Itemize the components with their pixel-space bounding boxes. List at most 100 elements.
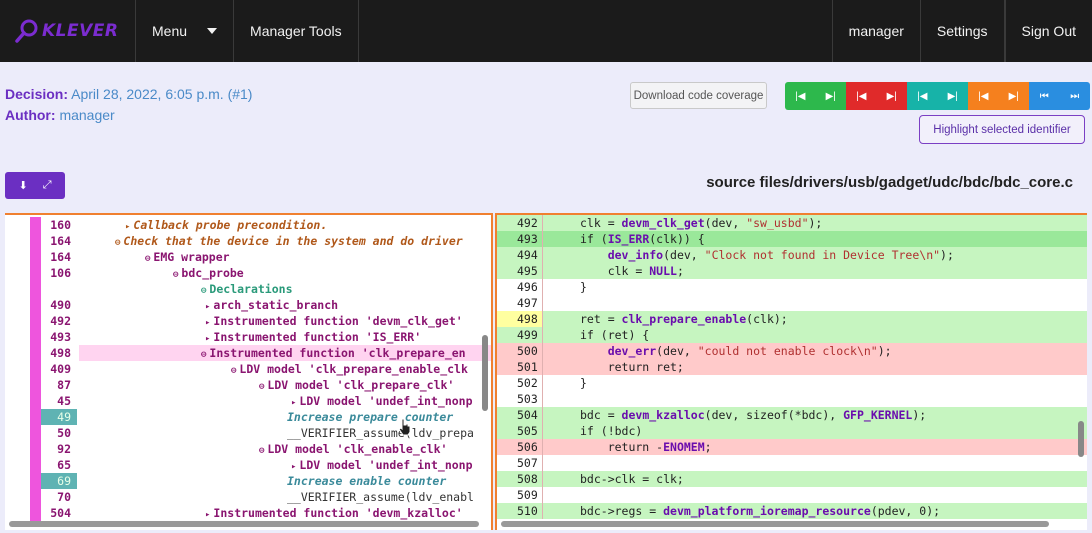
expand-arrow-icon[interactable]: ▸ [205, 510, 210, 520]
trace-text[interactable]: Increase prepare counter [287, 409, 453, 425]
code-text[interactable] [543, 295, 1087, 311]
trace-line-number[interactable]: 164 [41, 249, 77, 265]
trace-row[interactable]: 492 ▸ Instrumented function 'devm_clk_get' [5, 313, 491, 329]
expand-arrow-icon[interactable]: ▸ [291, 462, 296, 472]
trace-line-number[interactable]: 409 [41, 361, 77, 377]
nav-first-3-button[interactable]: |◀ [968, 82, 999, 110]
expand-icon[interactable]: ⤢ [43, 179, 52, 192]
trace-row[interactable]: 49 Increase prepare counter [5, 409, 491, 425]
code-line[interactable]: 496} [497, 279, 1087, 295]
code-line[interactable]: 492 clk = devm_clk_get(dev, "sw_usbd"); [497, 215, 1087, 231]
collapse-eye-icon[interactable]: ⊖ [259, 382, 264, 392]
trace-row[interactable]: 50 __VERIFIER_assume(ldv_prepa [5, 425, 491, 441]
sign-out-link[interactable]: Sign Out [1004, 0, 1092, 62]
code-text[interactable]: return -ENOMEM; [543, 439, 1087, 455]
code-line[interactable]: 510 bdc->regs = devm_platform_ioremap_res… [497, 503, 1087, 519]
collapse-eye-icon[interactable]: ⊖ [201, 350, 206, 360]
collapse-eye-icon[interactable]: ⊖ [145, 254, 150, 264]
trace-line-number[interactable]: 49 [41, 409, 77, 425]
trace-row[interactable]: 160 ▸ Callback probe precondition. [5, 217, 491, 233]
nav-last-0-button[interactable]: ▶| [815, 82, 846, 110]
code-line[interactable]: 502} [497, 375, 1087, 391]
trace-line-number[interactable]: 70 [41, 489, 77, 505]
trace-row[interactable]: 45 ▸ LDV model 'undef_int_nonp [5, 393, 491, 409]
user-link[interactable]: manager [831, 0, 920, 62]
trace-line-number[interactable]: 160 [41, 217, 77, 233]
code-vertical-scrollbar[interactable] [1077, 215, 1085, 520]
trace-line-number[interactable]: 498 [41, 345, 77, 361]
trace-line-number[interactable]: 69 [41, 473, 77, 489]
trace-row[interactable]: 409 ⊖ LDV model 'clk_prepare_enable_clk [5, 361, 491, 377]
collapse-eye-icon[interactable]: ⊖ [231, 366, 236, 376]
code-text[interactable]: if (!bdc) [543, 423, 1087, 439]
code-line[interactable]: 494 dev_info(dev, "Clock not found in De… [497, 247, 1087, 263]
trace-line-number[interactable]: 50 [41, 425, 77, 441]
trace-horizontal-scrollbar[interactable] [5, 520, 491, 528]
trace-line-number[interactable]: 493 [41, 329, 77, 345]
code-text[interactable]: ret = clk_prepare_enable(clk); [543, 311, 1087, 327]
trace-line-number[interactable]: 45 [41, 393, 77, 409]
trace-row[interactable]: 504 ▸ Instrumented function 'devm_kzalloc' [5, 505, 491, 521]
expand-arrow-icon[interactable]: ▸ [205, 302, 210, 312]
trace-row[interactable]: 65 ▸ LDV model 'undef_int_nonp [5, 457, 491, 473]
code-text[interactable]: } [543, 279, 1087, 295]
nav-last-1-button[interactable]: ▶| [876, 82, 907, 110]
trace-line-number[interactable]: 87 [41, 377, 77, 393]
code-text[interactable] [543, 487, 1087, 503]
trace-vertical-scrollbar[interactable] [481, 215, 489, 520]
code-text[interactable]: } [543, 375, 1087, 391]
expand-arrow-icon[interactable]: ▸ [205, 318, 210, 328]
nav-last-2-button[interactable]: ▶| [937, 82, 968, 110]
code-line[interactable]: 499 if (ret) { [497, 327, 1087, 343]
trace-line-number[interactable]: 164 [41, 233, 77, 249]
code-line[interactable]: 505 if (!bdc) [497, 423, 1087, 439]
code-text[interactable]: bdc->clk = clk; [543, 471, 1087, 487]
settings-link[interactable]: Settings [919, 0, 1005, 62]
author-value[interactable]: manager [59, 107, 114, 123]
code-line[interactable]: 501 return ret; [497, 359, 1087, 375]
code-line[interactable]: 509 [497, 487, 1087, 503]
klever-logo[interactable]: KLEVER [0, 0, 136, 62]
nav-last-3-button[interactable]: ▶| [998, 82, 1029, 110]
code-text[interactable] [543, 455, 1087, 471]
expand-arrow-icon[interactable]: ▸ [205, 334, 210, 344]
nav-last-4-button[interactable]: ⏭ [1059, 82, 1090, 110]
code-text[interactable]: bdc = devm_kzalloc(dev, sizeof(*bdc), GF… [543, 407, 1087, 423]
code-text[interactable] [543, 391, 1087, 407]
trace-line-number[interactable]: 92 [41, 441, 77, 457]
trace-row[interactable]: 70 __VERIFIER_assume(ldv_enabl [5, 489, 491, 505]
code-horizontal-scrollbar[interactable] [497, 520, 1087, 528]
decision-value[interactable]: April 28, 2022, 6:05 p.m. (#1) [71, 86, 252, 102]
trace-text[interactable]: __VERIFIER_assume(ldv_enabl [287, 489, 474, 505]
highlight-identifier-button[interactable]: Highlight selected identifier [919, 115, 1085, 144]
code-text[interactable]: if (ret) { [543, 327, 1087, 343]
expand-arrow-icon[interactable]: ▸ [125, 222, 130, 232]
collapse-eye-icon[interactable]: ⊖ [259, 446, 264, 456]
code-text[interactable]: return ret; [543, 359, 1087, 375]
nav-first-1-button[interactable]: |◀ [846, 82, 877, 110]
trace-row[interactable]: 493 ▸ Instrumented function 'IS_ERR' [5, 329, 491, 345]
code-text[interactable]: bdc->regs = devm_platform_ioremap_resour… [543, 503, 1087, 519]
trace-line-number[interactable] [41, 281, 77, 297]
code-line[interactable]: 498 ret = clk_prepare_enable(clk); [497, 311, 1087, 327]
trace-text[interactable]: __VERIFIER_assume(ldv_prepa [287, 425, 474, 441]
trace-row[interactable]: 69 Increase enable counter [5, 473, 491, 489]
code-text[interactable]: clk = NULL; [543, 263, 1087, 279]
manager-tools-link[interactable]: Manager Tools [234, 0, 359, 62]
code-text[interactable]: dev_err(dev, "could not enable clock\n")… [543, 343, 1087, 359]
trace-row[interactable]: 164 ⊖ EMG wrapper [5, 249, 491, 265]
nav-first-4-button[interactable]: ⏮ [1029, 82, 1060, 110]
code-line[interactable]: 506 return -ENOMEM; [497, 439, 1087, 455]
collapse-eye-icon[interactable]: ⊖ [115, 238, 120, 248]
trace-text[interactable]: Increase enable counter [287, 473, 446, 489]
expand-arrow-icon[interactable]: ▸ [291, 398, 296, 408]
trace-line-number[interactable]: 492 [41, 313, 77, 329]
trace-row[interactable]: 106 ⊖ bdc_probe [5, 265, 491, 281]
nav-first-0-button[interactable]: |◀ [785, 82, 816, 110]
trace-line-number[interactable]: 504 [41, 505, 77, 521]
menu-dropdown[interactable]: Menu [136, 0, 235, 62]
download-coverage-button[interactable]: Download code coverage [630, 82, 767, 109]
code-line[interactable]: 495 clk = NULL; [497, 263, 1087, 279]
trace-row[interactable]: 498 ⊖ Instrumented function 'clk_prepare_e… [5, 345, 491, 361]
code-line[interactable]: 503 [497, 391, 1087, 407]
